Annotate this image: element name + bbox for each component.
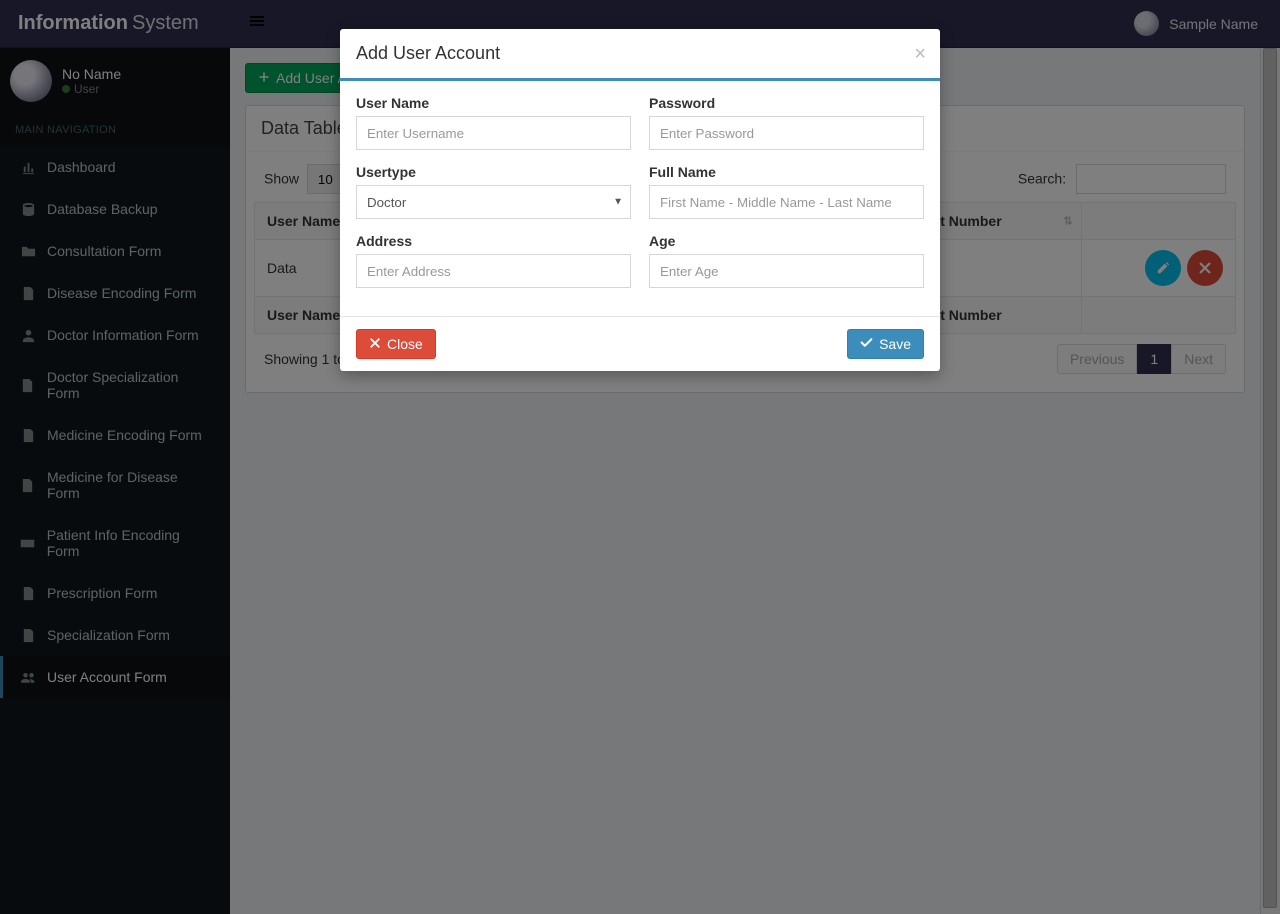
label-address: Address [356,233,631,249]
save-button[interactable]: Save [847,329,924,359]
usertype-select[interactable]: Doctor [356,185,631,219]
add-user-modal: Add User Account × User Name Password Us… [340,29,940,371]
label-fullname: Full Name [649,164,924,180]
label-password: Password [649,95,924,111]
save-button-label: Save [879,336,911,352]
address-input[interactable] [356,254,631,288]
fullname-input[interactable] [649,185,924,219]
close-button-label: Close [387,336,423,352]
label-username: User Name [356,95,631,111]
close-icon [369,336,381,352]
modal-close-x[interactable]: × [914,43,926,66]
modal-title: Add User Account [356,43,500,63]
age-input[interactable] [649,254,924,288]
check-icon [860,336,873,352]
password-input[interactable] [649,116,924,150]
close-button[interactable]: Close [356,329,436,359]
chevron-down-icon: ▼ [613,197,623,208]
label-age: Age [649,233,924,249]
username-input[interactable] [356,116,631,150]
label-usertype: Usertype [356,164,631,180]
